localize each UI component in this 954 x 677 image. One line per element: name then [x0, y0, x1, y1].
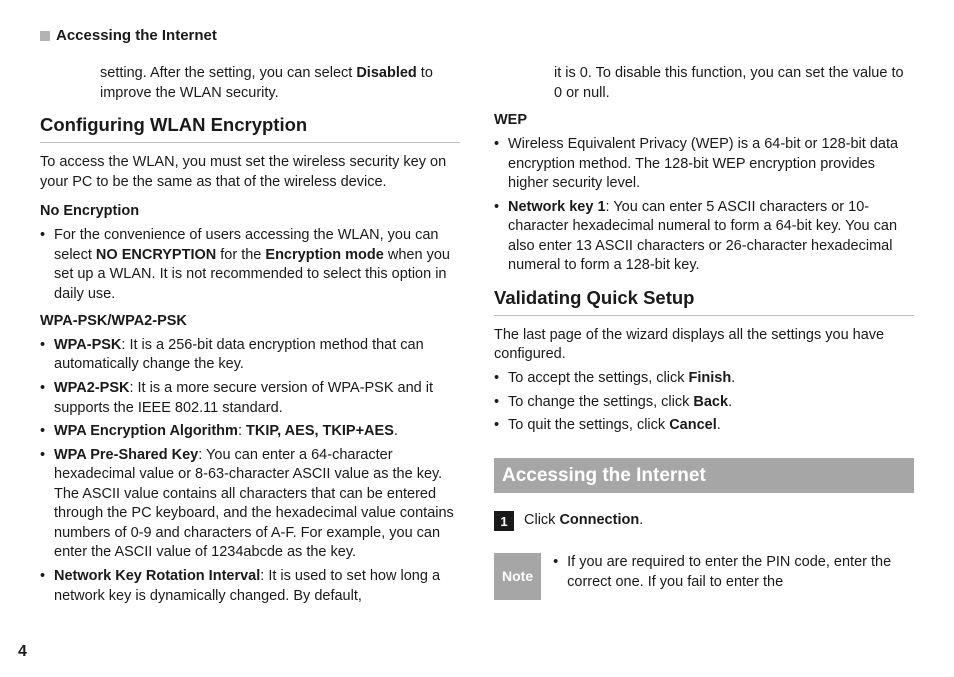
text: .	[639, 512, 643, 528]
left-column: setting. After the setting, you can sele…	[40, 64, 460, 610]
bold-text: Cancel	[669, 417, 717, 433]
note-row: Note If you are required to enter the PI…	[494, 553, 914, 600]
bullet-list: If you are required to enter the PIN cod…	[553, 553, 914, 592]
list-item: To change the settings, click Back.	[494, 393, 914, 413]
step-number-badge: 1	[494, 511, 514, 531]
step-row: 1 Click Connection.	[494, 511, 914, 531]
text: Click	[524, 512, 559, 528]
page-number: 4	[18, 641, 27, 663]
bullet-list: Wireless Equivalent Privacy (WEP) is a 6…	[494, 135, 914, 276]
text: : You can enter a 64-character hexadecim…	[54, 447, 454, 561]
text: To accept the settings, click	[508, 370, 689, 386]
subheading-no-encryption: No Encryption	[40, 202, 460, 222]
list-item: WPA Encryption Algorithm: TKIP, AES, TKI…	[40, 422, 460, 442]
text: To change the settings, click	[508, 394, 693, 410]
text: .	[728, 394, 732, 410]
list-item: For the convenience of users accessing t…	[40, 226, 460, 304]
document-page: Accessing the Internet setting. After th…	[0, 0, 954, 677]
bold-text: WPA Encryption Algorithm	[54, 423, 238, 439]
list-item: Network key 1: You can enter 5 ASCII cha…	[494, 198, 914, 276]
text: .	[731, 370, 735, 386]
continuation-paragraph: it is 0. To disable this function, you c…	[554, 64, 914, 103]
text: :	[238, 423, 246, 439]
subheading-wep: WEP	[494, 111, 914, 131]
two-column-layout: setting. After the setting, you can sele…	[40, 64, 914, 610]
bullet-list: For the convenience of users accessing t…	[40, 226, 460, 304]
bold-text: TKIP, AES, TKIP+AES	[246, 423, 394, 439]
bold-text: Disabled	[356, 65, 416, 81]
continuation-paragraph: setting. After the setting, you can sele…	[100, 64, 460, 103]
subheading-wpa: WPA-PSK/WPA2-PSK	[40, 312, 460, 332]
bold-text: Back	[693, 394, 728, 410]
list-item: Network Key Rotation Interval: It is use…	[40, 567, 460, 606]
breadcrumb-label: Accessing the Internet	[56, 26, 217, 46]
text: .	[394, 423, 398, 439]
bold-text: Network key 1	[508, 199, 606, 215]
list-item: WPA Pre-Shared Key: You can enter a 64-c…	[40, 446, 460, 563]
bold-text: Encryption mode	[265, 247, 383, 263]
note-label-box: Note	[494, 553, 541, 600]
step-text: Click Connection.	[524, 511, 643, 531]
bold-text: NO ENCRYPTION	[96, 247, 216, 263]
text: To quit the settings, click	[508, 417, 669, 433]
intro-paragraph: The last page of the wizard displays all…	[494, 326, 914, 365]
bold-text: Connection	[559, 512, 639, 528]
breadcrumb: Accessing the Internet	[40, 26, 914, 46]
text: setting. After the setting, you can sele…	[100, 65, 356, 81]
section-heading-validating: Validating Quick Setup	[494, 286, 914, 316]
bold-text: Finish	[689, 370, 732, 386]
bullet-icon	[40, 31, 50, 41]
section-heading-configuring: Configuring WLAN Encryption	[40, 113, 460, 143]
list-item: WPA2-PSK: It is a more secure version of…	[40, 379, 460, 418]
bold-text: WPA-PSK	[54, 337, 121, 353]
text: for the	[216, 247, 265, 263]
list-item: If you are required to enter the PIN cod…	[553, 553, 914, 592]
chapter-title-bar: Accessing the Internet	[494, 458, 914, 494]
bullet-list: WPA-PSK: It is a 256-bit data encryption…	[40, 336, 460, 606]
note-body: If you are required to enter the PIN cod…	[553, 553, 914, 596]
bold-text: WPA Pre-Shared Key	[54, 447, 198, 463]
bold-text: WPA2-PSK	[54, 380, 129, 396]
right-column: it is 0. To disable this function, you c…	[494, 64, 914, 610]
list-item: WPA-PSK: It is a 256-bit data encryption…	[40, 336, 460, 375]
bold-text: Network Key Rotation Interval	[54, 568, 260, 584]
intro-paragraph: To access the WLAN, you must set the wir…	[40, 153, 460, 192]
bullet-list: To accept the settings, click Finish. To…	[494, 369, 914, 436]
list-item: Wireless Equivalent Privacy (WEP) is a 6…	[494, 135, 914, 194]
text: .	[717, 417, 721, 433]
list-item: To accept the settings, click Finish.	[494, 369, 914, 389]
list-item: To quit the settings, click Cancel.	[494, 416, 914, 436]
